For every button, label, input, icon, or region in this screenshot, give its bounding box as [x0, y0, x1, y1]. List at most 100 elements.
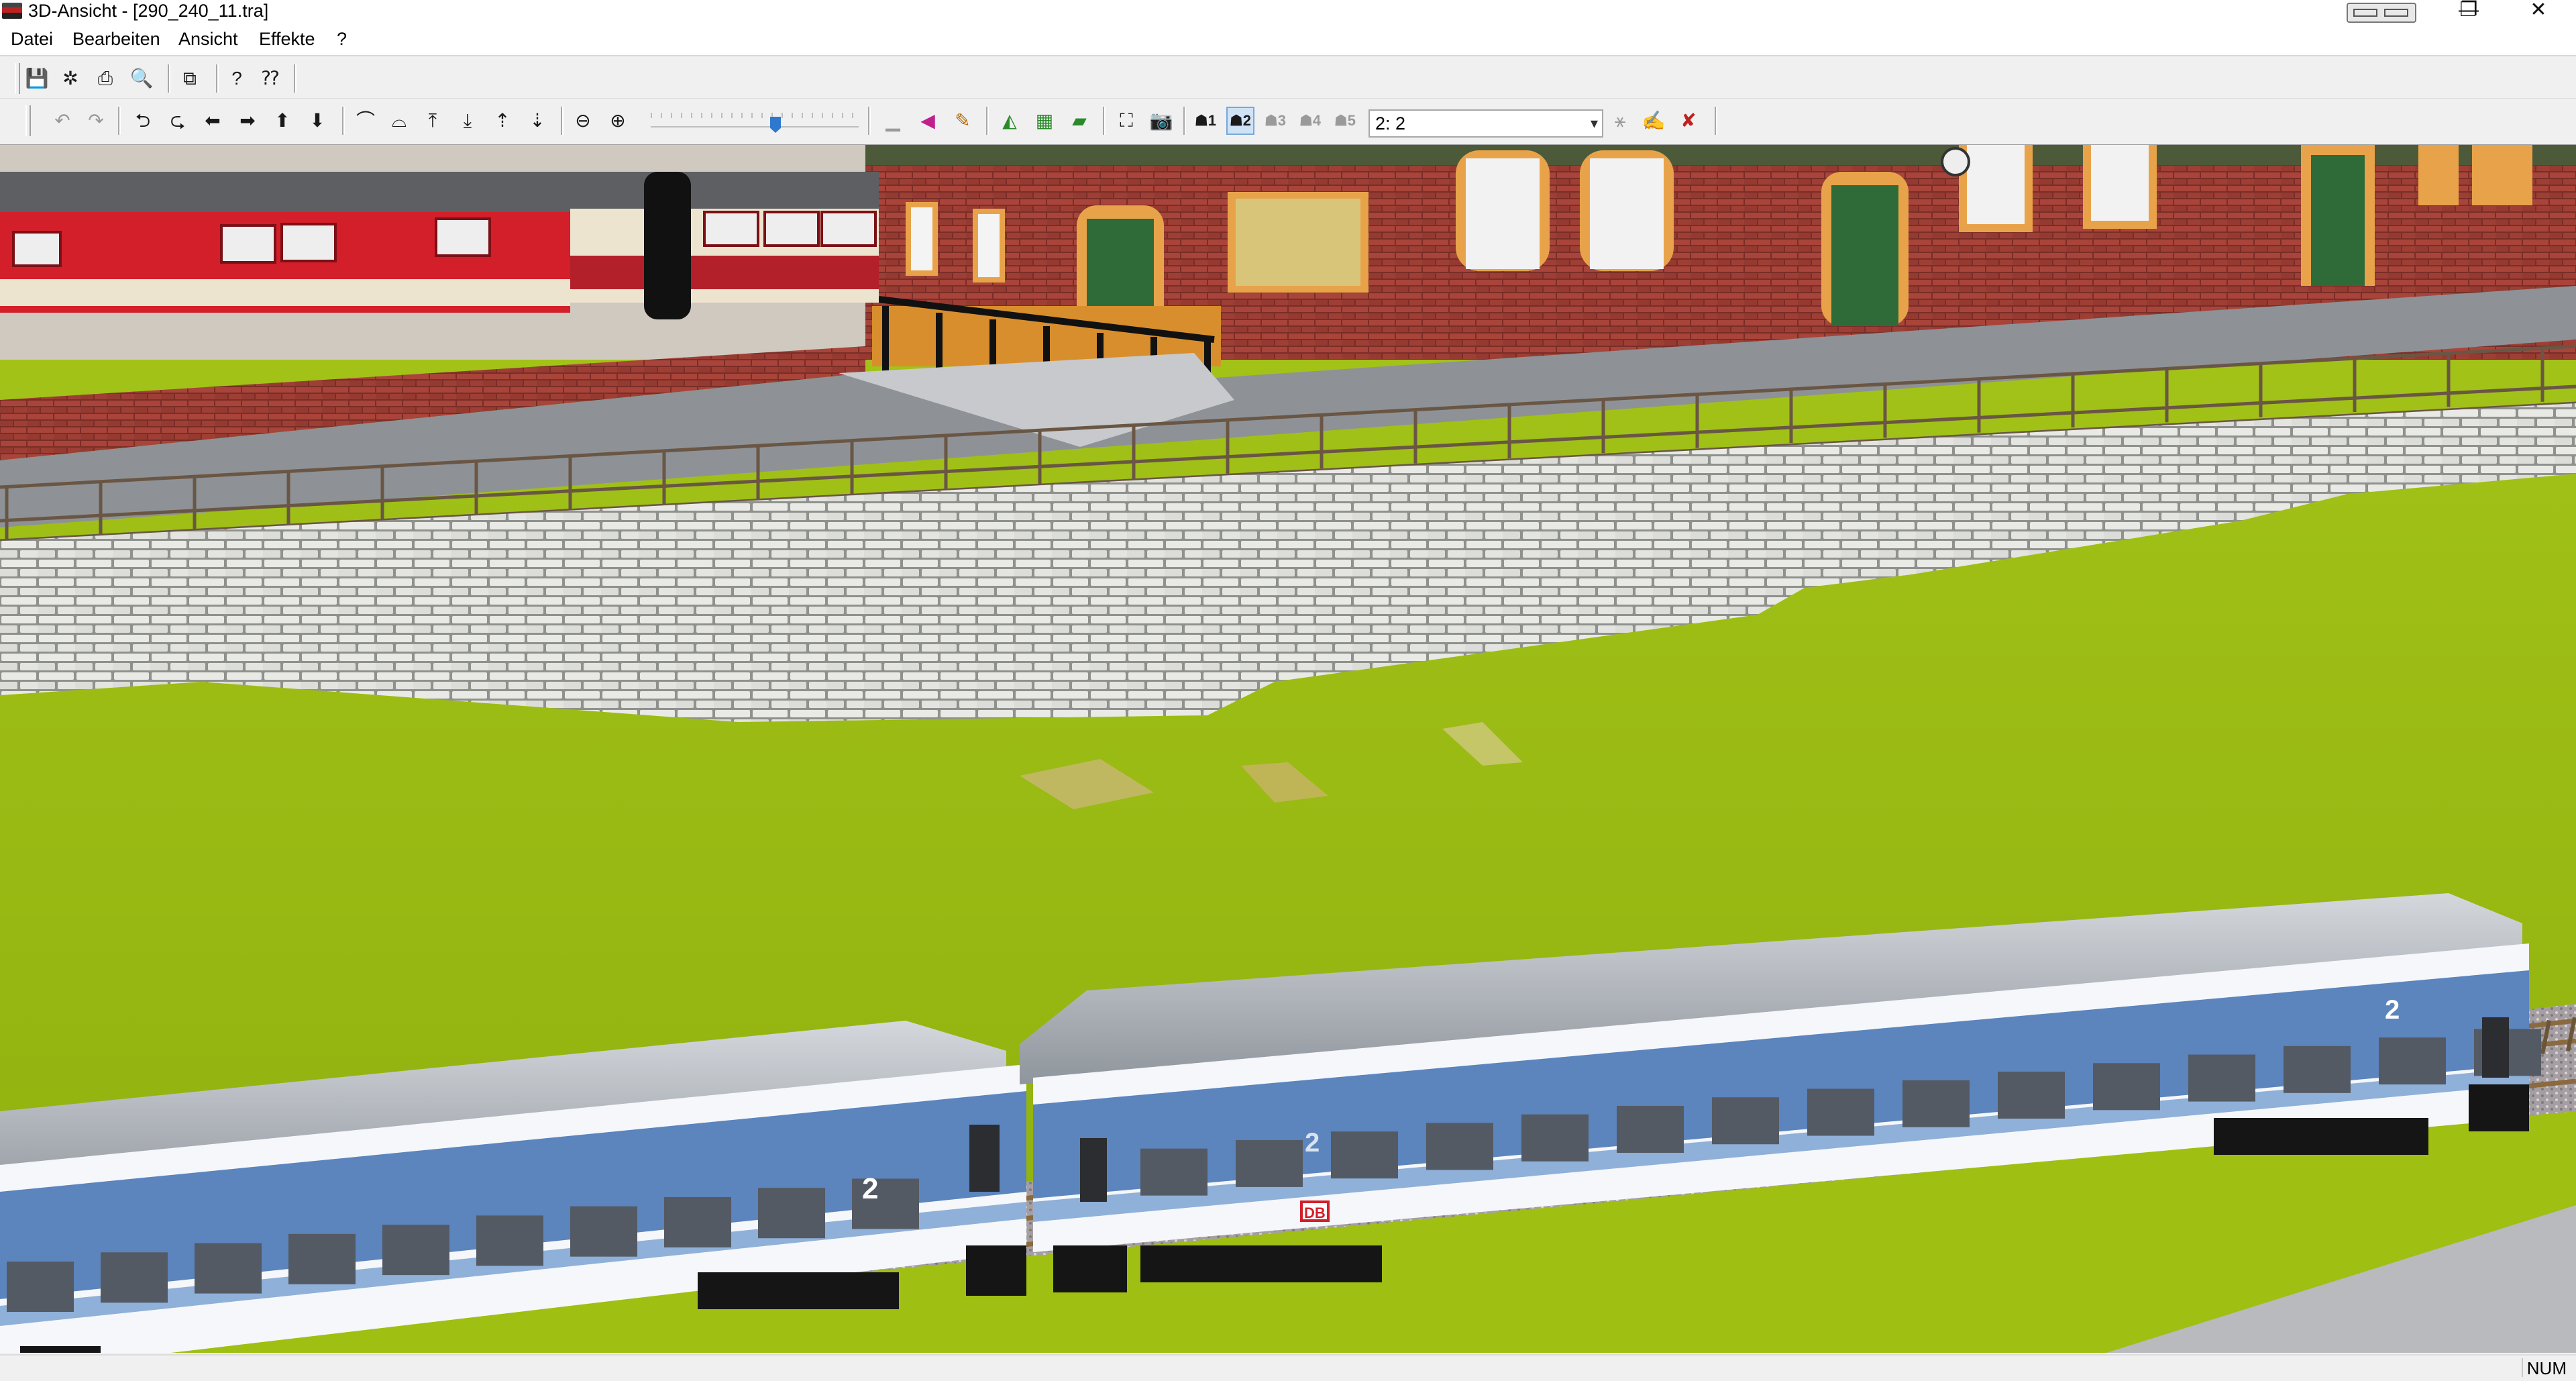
print-preview-icon: 🔍 — [129, 68, 154, 89]
toolbar-separator — [342, 107, 345, 135]
zoom-slider-tick — [792, 113, 793, 118]
camera-5-label: 5 — [1347, 112, 1356, 129]
camera-height-down-button[interactable]: ⇣ — [523, 107, 551, 135]
camera-view-select[interactable]: 2: 2 ▾ — [1368, 109, 1603, 138]
zoom-slider-track — [651, 126, 859, 127]
arrow-down-icon: ⬇ — [309, 110, 325, 131]
chevron-down-icon[interactable]: ▾ — [1591, 111, 1598, 136]
coach-window — [664, 1196, 731, 1247]
close-icon: ✕ — [2530, 0, 2547, 21]
tilt-down-button[interactable]: ⌓ — [385, 107, 413, 135]
menu-effekte[interactable]: Effekte — [259, 28, 315, 50]
plane-button[interactable]: ▰ — [1065, 107, 1093, 135]
camera-2-button[interactable]: ☗ 2 — [1226, 107, 1254, 135]
help-button[interactable]: ? — [223, 64, 251, 93]
standard-toolbar: 💾 ✲ ⎙ 🔍 ⧉ ? ⁇ — [0, 56, 2576, 99]
coach-left-door — [969, 1125, 1000, 1192]
camera-edit-button[interactable]: ✍ — [1640, 107, 1668, 135]
camera-4-button[interactable]: ☗ 4 — [1296, 107, 1324, 135]
ruler-button[interactable]: ▁ — [879, 107, 907, 135]
toolbar-separator — [561, 107, 564, 135]
toolbar-grip[interactable] — [15, 63, 20, 94]
grid-icon: ▦ — [1035, 110, 1054, 131]
zoom-out-button[interactable]: ⊖ — [569, 107, 597, 135]
grid-button[interactable]: ▦ — [1030, 107, 1059, 135]
help-icon: ? — [231, 68, 242, 89]
coach-window — [2188, 1054, 2255, 1102]
camera-5-button[interactable]: ☗ 5 — [1331, 107, 1359, 135]
coach-window — [1712, 1097, 1779, 1145]
move-right-button[interactable]: ➡ — [233, 107, 262, 135]
rotate-right-button[interactable]: ⮎ — [164, 107, 192, 135]
landscape-button[interactable]: ◭ — [996, 107, 1024, 135]
zoom-in-button[interactable]: ⊕ — [604, 107, 632, 135]
navigation-toolbar: ↶ ↷ ⮌ ⮎ ⬅ ➡ ⬆ ⬇ ⌒ ⌓ ⤒ ⤓ ⇡ ⇣ ⊖ ⊕ ▁ ◀ ✎ ◭ … — [0, 99, 2576, 146]
camera-1-button[interactable]: ☗ 1 — [1191, 107, 1220, 135]
camera-icon: ✲ — [62, 68, 78, 89]
context-help-button[interactable]: ⁇ — [256, 64, 284, 93]
camera-raise-button[interactable]: ⤒ — [419, 107, 447, 135]
coach-window — [2284, 1045, 2351, 1093]
print-button[interactable]: ⎙ — [91, 64, 119, 93]
window-title: 3D-Ansicht - [290_240_11.tra] — [28, 1, 269, 21]
coach-window — [1617, 1105, 1684, 1153]
move-left-button[interactable]: ⬅ — [199, 107, 227, 135]
camera-person-icon: ☗ — [1334, 112, 1348, 129]
status-bar: NUM — [0, 1354, 2576, 1381]
toolbar-grip[interactable] — [25, 105, 31, 136]
menu-datei[interactable]: Datei — [11, 28, 53, 50]
undo-icon: ↶ — [54, 110, 70, 131]
camera-button[interactable]: ✲ — [56, 64, 85, 93]
coach-window — [2379, 1037, 2446, 1085]
tilt-up-button[interactable]: ⌒ — [352, 107, 380, 135]
coach-window — [1426, 1123, 1493, 1170]
restore-button[interactable]: ❐ — [2435, 0, 2502, 23]
menu-ansicht[interactable]: Ansicht — [178, 28, 238, 50]
camera-delete-button[interactable]: ✘ — [1674, 107, 1703, 135]
menu-bearbeiten[interactable]: Bearbeiten — [72, 28, 160, 50]
coach-window — [1140, 1148, 1208, 1196]
zoom-slider-thumb[interactable] — [770, 117, 781, 133]
track-edit-button[interactable]: ✎ — [949, 107, 977, 135]
coach-window — [1236, 1139, 1303, 1187]
move-down-button[interactable]: ⬇ — [303, 107, 331, 135]
camera-add-icon: ⚹ — [1614, 110, 1626, 131]
coach-window — [1521, 1114, 1589, 1162]
camera-lower-button[interactable]: ⤓ — [453, 107, 482, 135]
copy-button[interactable]: ⧉ — [176, 64, 204, 93]
rotate-left-button[interactable]: ⮌ — [129, 107, 157, 135]
coach-window — [382, 1225, 449, 1276]
zoom-slider-tick — [661, 113, 662, 118]
zoom-slider-tick — [671, 113, 672, 118]
undo-button[interactable]: ↶ — [48, 107, 76, 135]
zoom-slider[interactable] — [651, 107, 859, 136]
camera-1-label: 1 — [1208, 112, 1216, 129]
camera-height-up-button[interactable]: ⇡ — [488, 107, 517, 135]
camera-3-label: 3 — [1277, 112, 1286, 129]
fit-view-button[interactable]: ⛶ — [1112, 107, 1140, 135]
restore-icon: ❐ — [2459, 0, 2478, 21]
move-up-button[interactable]: ⬆ — [268, 107, 297, 135]
3d-viewport[interactable]: 2 2 2 DB — [0, 145, 2576, 1353]
coach-window — [195, 1243, 262, 1294]
save-button[interactable]: 💾 — [23, 64, 51, 93]
menu-help[interactable]: ? — [337, 28, 347, 50]
signal-button[interactable]: ◀ — [914, 107, 942, 135]
restore-child-window-button[interactable] — [2347, 3, 2416, 23]
print-preview-button[interactable]: 🔍 — [127, 64, 156, 93]
coach-right-door — [1080, 1138, 1107, 1202]
zoom-slider-tick — [751, 113, 753, 118]
zoom-slider-tick — [822, 113, 823, 118]
redo-button[interactable]: ↷ — [82, 107, 110, 135]
camera-3-button[interactable]: ☗ 3 — [1261, 107, 1289, 135]
camera-add-button[interactable]: ⚹ — [1606, 107, 1634, 135]
copy-icon: ⧉ — [183, 68, 197, 89]
camera-person-icon: ☗ — [1299, 112, 1313, 129]
coach-window — [1331, 1131, 1398, 1179]
close-button[interactable]: ✕ — [2505, 0, 2572, 23]
screenshot-button[interactable]: 📷 — [1147, 107, 1175, 135]
toolbar-separator — [216, 64, 219, 93]
height-up-icon: ⇡ — [494, 110, 511, 131]
zoom-slider-tick — [731, 113, 733, 118]
save-icon: 💾 — [25, 68, 49, 89]
